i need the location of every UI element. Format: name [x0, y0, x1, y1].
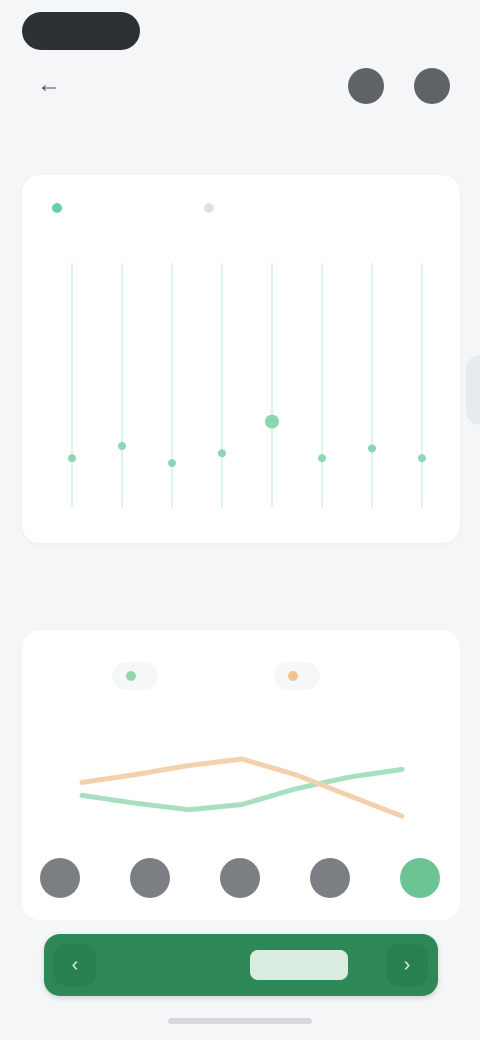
legend-item-2 [204, 203, 222, 213]
back-icon[interactable]: ← [34, 70, 64, 100]
nav-item-1[interactable] [40, 858, 80, 898]
legend-dot-gray [204, 203, 214, 213]
data-point-2 [118, 442, 126, 450]
data-point-6 [318, 454, 326, 463]
data-point-3 [168, 459, 176, 468]
primary-action-bar[interactable]: ‹ › [44, 934, 438, 996]
activity-chart [68, 263, 426, 507]
home-indicator [168, 1018, 312, 1024]
side-drawer-handle[interactable] [466, 355, 480, 425]
screen: ← ‹ › [0, 0, 480, 1040]
primary-action-chip[interactable] [250, 950, 348, 980]
nav-item-4[interactable] [310, 858, 350, 898]
trend-line-2 [79, 756, 405, 819]
bottom-nav [40, 858, 440, 908]
trend-legend-2[interactable] [274, 662, 320, 690]
header-action-button[interactable] [348, 68, 384, 104]
data-point-7 [368, 444, 376, 453]
chevron-right-icon[interactable]: › [386, 944, 428, 986]
nav-item-2[interactable] [130, 858, 170, 898]
trend-legend-1[interactable] [112, 662, 158, 690]
header-menu-button[interactable] [414, 68, 450, 104]
chevron-left-icon[interactable]: ‹ [54, 944, 96, 986]
dynamic-island [22, 12, 140, 50]
legend-item-1 [52, 203, 70, 213]
data-point-5 [265, 414, 279, 429]
trend-dot-green [126, 671, 136, 681]
trend-chart [79, 756, 405, 819]
data-point-1 [68, 454, 76, 463]
data-point-8 [418, 454, 426, 463]
legend-dot-green [52, 203, 62, 213]
data-point-4 [218, 449, 226, 458]
activity-card [22, 175, 460, 543]
nav-item-3[interactable] [220, 858, 260, 898]
trend-dot-orange [288, 671, 298, 681]
nav-item-5[interactable] [400, 858, 440, 898]
